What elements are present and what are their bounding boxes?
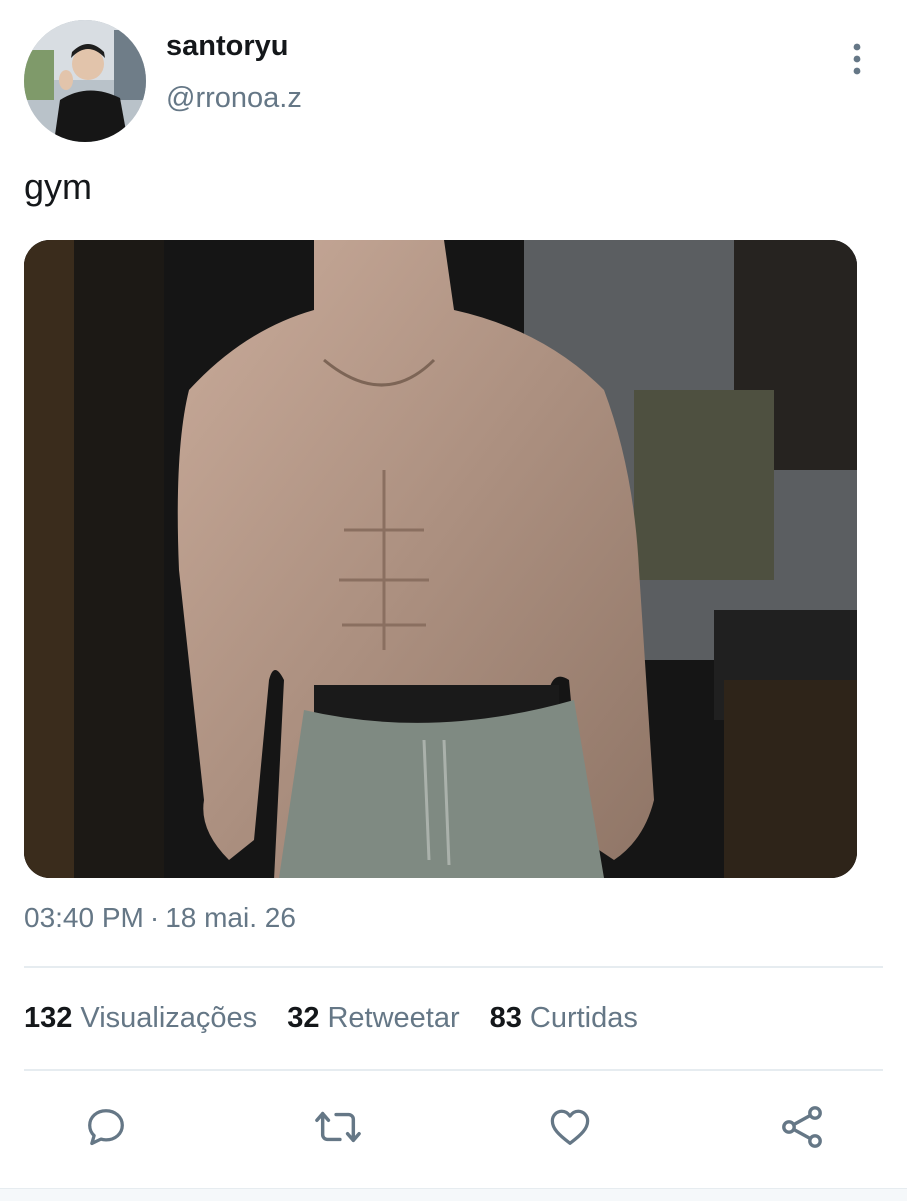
divider-bottom	[24, 1069, 883, 1071]
stat-views[interactable]: 132 Visualizações	[24, 1002, 257, 1035]
author-handle[interactable]: @rronoa.z	[166, 82, 302, 115]
divider-top	[24, 966, 883, 968]
tweet-card: santoryu @rronoa.z gym 03:40 PM · 18 mai…	[0, 0, 907, 1201]
retweet-button[interactable]	[313, 1102, 363, 1152]
likes-count: 83	[489, 1002, 522, 1034]
tweet-text: gym	[24, 166, 93, 207]
views-label: Visualizações	[80, 1002, 258, 1034]
more-options-button[interactable]	[836, 36, 878, 82]
likes-label: Curtidas	[529, 1002, 638, 1034]
views-count: 132	[24, 1002, 73, 1034]
like-button[interactable]	[545, 1102, 595, 1152]
reply-icon	[88, 1109, 124, 1146]
gym-photo-image	[24, 240, 857, 878]
timestamp-separator: ·	[149, 902, 160, 933]
share-button[interactable]	[777, 1102, 827, 1152]
stat-retweets[interactable]: 32 Retweetar	[287, 1002, 459, 1035]
reply-button[interactable]	[81, 1102, 131, 1152]
timestamp-date: 18 mai. 26	[165, 902, 296, 933]
author-display-name[interactable]: santoryu	[166, 30, 288, 63]
tweet-media-photo[interactable]	[24, 240, 857, 878]
bottom-edge	[0, 1188, 907, 1201]
tweet-stats: 132 Visualizações 32 Retweetar 83 Curtidas	[24, 1002, 638, 1035]
author-avatar[interactable]	[24, 20, 146, 142]
avatar-photo-icon	[24, 20, 146, 142]
retweet-icon	[315, 1111, 361, 1143]
vertical-dots-icon	[853, 43, 861, 75]
share-icon	[782, 1106, 822, 1148]
heart-icon	[550, 1109, 590, 1145]
stat-likes[interactable]: 83 Curtidas	[490, 1002, 638, 1035]
retweets-label: Retweetar	[327, 1002, 460, 1034]
retweets-count: 32	[287, 1002, 320, 1034]
tweet-timestamp[interactable]: 03:40 PM · 18 mai. 26	[24, 902, 296, 934]
timestamp-time: 03:40 PM	[24, 902, 144, 933]
